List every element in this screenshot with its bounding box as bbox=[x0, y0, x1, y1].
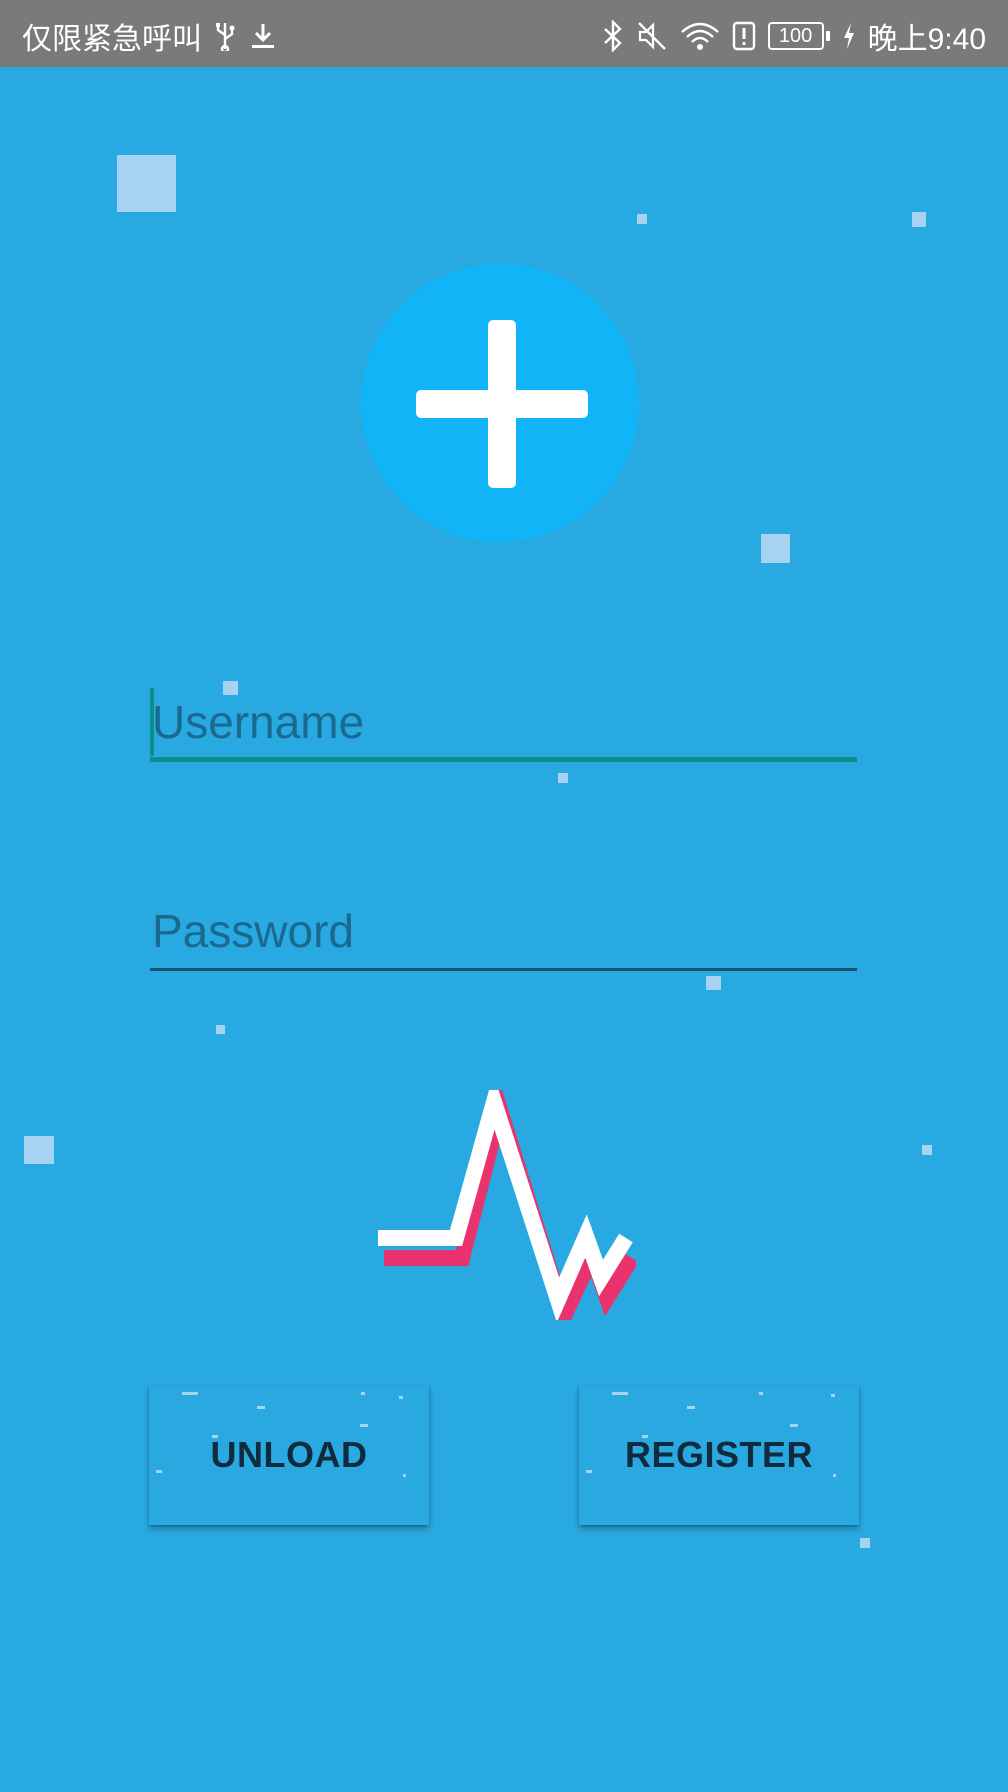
decorative-square bbox=[912, 212, 926, 227]
decorative-square bbox=[24, 1136, 54, 1164]
battery-icon: 100 bbox=[767, 22, 830, 50]
battery-level: 100 bbox=[767, 22, 824, 50]
decorative-square bbox=[637, 214, 647, 224]
username-input[interactable] bbox=[150, 682, 857, 762]
username-field[interactable] bbox=[150, 682, 857, 762]
register-button[interactable]: REGISTER bbox=[579, 1385, 859, 1525]
decorative-square bbox=[706, 976, 721, 990]
decorative-square bbox=[860, 1538, 870, 1548]
app-logo bbox=[361, 264, 639, 542]
carrier-text: 仅限紧急呼叫 bbox=[22, 23, 202, 56]
register-button-label: REGISTER bbox=[624, 1434, 814, 1475]
decorative-square bbox=[922, 1145, 932, 1155]
charging-icon bbox=[842, 22, 856, 50]
medical-cross-icon bbox=[416, 320, 588, 488]
heartbeat-icon bbox=[376, 1074, 639, 1339]
username-underline bbox=[150, 757, 857, 762]
mute-icon bbox=[636, 20, 668, 52]
decorative-square bbox=[216, 1025, 225, 1034]
password-field[interactable] bbox=[150, 891, 857, 971]
bluetooth-icon bbox=[602, 20, 624, 52]
decorative-square bbox=[558, 773, 568, 783]
usb-icon bbox=[214, 21, 236, 51]
wifi-icon bbox=[680, 20, 720, 52]
decorative-square bbox=[761, 534, 790, 563]
decorative-square bbox=[117, 155, 176, 212]
download-icon bbox=[248, 21, 278, 51]
clock: 晚上9:40 bbox=[867, 23, 986, 56]
password-underline bbox=[150, 968, 857, 971]
alert-icon bbox=[732, 20, 756, 52]
password-input[interactable] bbox=[150, 891, 857, 971]
status-bar: 仅限紧急呼叫 100 晚上9:40 bbox=[0, 0, 1008, 67]
unload-button-label: UNLOAD bbox=[210, 1434, 368, 1475]
unload-button[interactable]: UNLOAD bbox=[149, 1385, 429, 1525]
